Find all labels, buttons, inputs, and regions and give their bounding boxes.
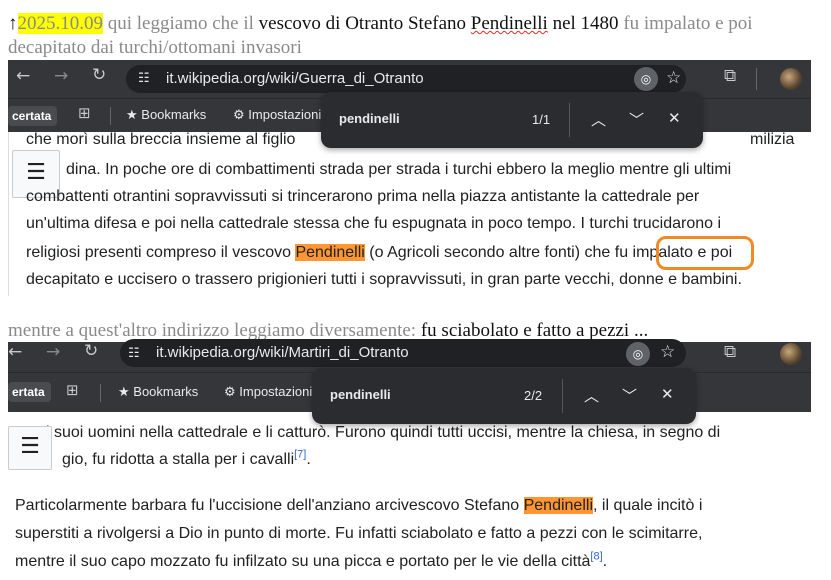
- star-icon: ★: [118, 385, 130, 400]
- chevron-down-icon[interactable]: ﹀: [629, 109, 644, 130]
- settings-bookmark[interactable]: ⚙ Impostazioni: [233, 107, 321, 123]
- forward-arrow-icon[interactable]: →: [46, 342, 60, 362]
- wiki2-p2-line-1: Particolarmente barbara fu l'uccisione d…: [15, 497, 703, 514]
- bookmarks-button[interactable]: ★ Bookmarks: [126, 107, 206, 123]
- address-bar[interactable]: ☷ it.wikipedia.org/wiki/Martiri_di_Otran…: [120, 339, 686, 367]
- find-divider: [562, 379, 563, 413]
- bookmarks-button[interactable]: ★ Bookmarks: [118, 384, 198, 400]
- wiki2-p2-line-2: superstiti a rivolgersi a Dio in punto d…: [15, 525, 703, 542]
- wiki1-line-1: dina. In poche ore di combattimenti stra…: [66, 161, 732, 178]
- find-bar-2: pendinelli 2/2 ︿ ﹀ ✕: [312, 368, 696, 424]
- back-arrow-icon[interactable]: ←: [16, 66, 30, 86]
- url-text: it.wikipedia.org/wiki/Martiri_di_Otranto: [156, 344, 409, 361]
- toolbar-divider: [756, 68, 757, 90]
- settings-bookmark[interactable]: ⚙ Impostazioni: [224, 384, 312, 400]
- up-arrow-icon: ↑: [8, 13, 18, 34]
- apps-grid-icon[interactable]: ⊞: [66, 381, 79, 399]
- annotation-circle: [656, 236, 754, 270]
- chevron-up-icon[interactable]: ︿: [584, 385, 599, 406]
- google-lens-icon[interactable]: ◎: [634, 67, 658, 91]
- chevron-up-icon[interactable]: ︿: [591, 109, 606, 130]
- bookmark-item[interactable]: ertata: [8, 382, 51, 402]
- avatar[interactable]: [780, 343, 802, 365]
- site-settings-icon[interactable]: ☷: [128, 346, 140, 361]
- close-icon[interactable]: ✕: [661, 385, 674, 403]
- wiki1-line-0-right: milizia: [750, 131, 795, 148]
- find-bar-1: pendinelli 1/1 ︿ ﹀ ✕: [321, 92, 703, 148]
- wiki1-line-4: religiosi presenti compreso il vescovo P…: [26, 244, 733, 261]
- find-input[interactable]: pendinelli: [339, 111, 400, 126]
- wiki2-p2-line-3: mentre il suo capo mozzato fu infilzato …: [15, 550, 608, 570]
- bookmark-item[interactable]: certata: [8, 106, 58, 126]
- search-highlight: Pendinelli: [523, 497, 593, 514]
- star-icon[interactable]: ☆: [666, 68, 681, 88]
- reference-link[interactable]: [8]: [590, 551, 602, 563]
- reload-icon[interactable]: ↻: [92, 65, 106, 85]
- pendinelli-word: Pendinelli: [470, 13, 548, 34]
- intro-line-1: ↑2025.10.09 qui leggiamo che il vescovo …: [8, 13, 753, 34]
- date-label: 2025.10.09: [17, 13, 103, 34]
- list-icon[interactable]: ☰: [8, 426, 52, 470]
- find-count: 1/1: [532, 112, 551, 127]
- back-arrow-icon[interactable]: ←: [8, 342, 22, 362]
- address-bar[interactable]: ☷ it.wikipedia.org/wiki/Guerra_di_Otrant…: [126, 65, 686, 93]
- bookmarks-divider: [100, 384, 101, 402]
- wiki2-line-1: gio, fu ridotta a stalla per i cavalli[7…: [62, 448, 311, 468]
- extensions-icon[interactable]: ⧉: [724, 66, 736, 86]
- site-settings-icon[interactable]: ☷: [138, 71, 150, 86]
- panel-border: [8, 132, 9, 296]
- bookmarks-divider: [110, 107, 111, 125]
- reference-link[interactable]: [7]: [294, 449, 306, 461]
- search-highlight: Pendinelli: [295, 244, 365, 261]
- reload-icon[interactable]: ↻: [84, 341, 98, 361]
- wiki1-line-3: un'ultima difesa e poi nella cattedrale …: [26, 215, 722, 232]
- find-input[interactable]: pendinelli: [330, 387, 391, 402]
- gear-icon: ⚙: [233, 108, 245, 123]
- url-text: it.wikipedia.org/wiki/Guerra_di_Otranto: [166, 70, 424, 87]
- wiki1-line-5: decapitato e uccisero o trassero prigion…: [26, 271, 742, 288]
- forward-arrow-icon[interactable]: →: [54, 66, 68, 86]
- apps-grid-icon[interactable]: ⊞: [78, 104, 91, 122]
- intro-line-2: decapitato dai turchi/ottomani invasori: [8, 37, 302, 58]
- find-count: 2/2: [524, 388, 543, 403]
- google-lens-icon[interactable]: ◎: [626, 342, 650, 366]
- gear-icon: ⚙: [224, 385, 236, 400]
- avatar[interactable]: [780, 68, 802, 90]
- close-icon[interactable]: ✕: [668, 109, 681, 127]
- star-icon: ★: [126, 108, 138, 123]
- star-icon[interactable]: ☆: [660, 342, 675, 362]
- wiki1-line-0: che morì sulla breccia insieme al figlio: [26, 131, 296, 148]
- chevron-down-icon[interactable]: ﹀: [622, 385, 637, 406]
- find-divider: [569, 103, 570, 137]
- wiki1-line-2: combattenti otrantini sopravvissuti si t…: [26, 188, 700, 205]
- extensions-icon[interactable]: ⧉: [724, 342, 736, 362]
